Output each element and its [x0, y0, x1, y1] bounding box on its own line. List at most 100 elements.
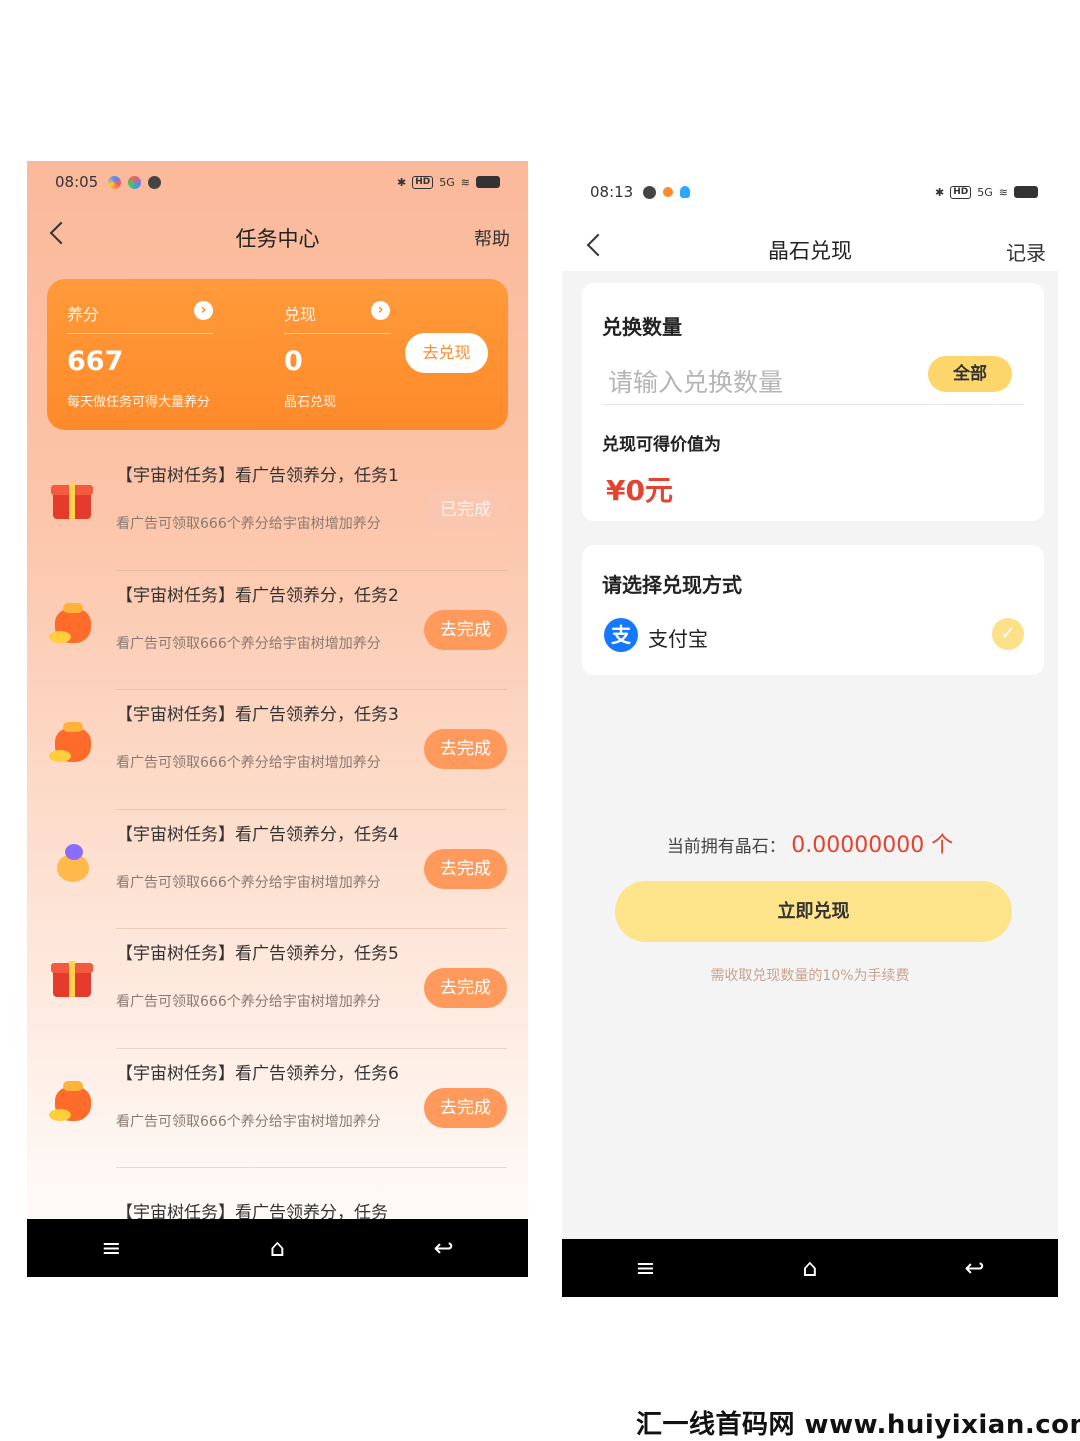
task-title: 【宇宙树任务】看广告领养分，任务5: [116, 944, 399, 964]
treasure-bag-icon: [49, 838, 97, 886]
content-area: 兑换数量 请输入兑换数量 全部 兑现可得价值为 ¥0元 请选择兑现方式 支 支付…: [562, 271, 1058, 1239]
check-circle-icon: [148, 175, 162, 189]
amount-card: 兑换数量 请输入兑换数量 全部 兑现可得价值为 ¥0元: [582, 283, 1044, 521]
check-circle-icon: [643, 185, 657, 199]
system-nav-bar: ≡ ⌂ ↩: [562, 1239, 1058, 1297]
amount-input[interactable]: 请输入兑换数量: [608, 363, 783, 399]
home-icon[interactable]: ⌂: [802, 1254, 817, 1282]
chevron-right-icon[interactable]: ›: [194, 301, 213, 320]
home-icon[interactable]: ⌂: [270, 1234, 285, 1262]
task-title: 【宇宙树任务】看广告领养分，任务6: [116, 1063, 399, 1084]
task-go-button[interactable]: 去完成: [424, 968, 507, 1008]
cash-value: 0: [284, 346, 303, 377]
task-title: 【宇宙树任务】看广告领养分，任务2: [116, 585, 399, 606]
crystal-balance: 当前拥有晶石： 0.00000000 个: [562, 827, 1058, 859]
go-redeem-button[interactable]: 去兑现: [405, 333, 488, 373]
points-label-row[interactable]: 养分 ›: [67, 301, 213, 334]
app-notification-icon: [128, 175, 142, 189]
points-column: 养分 › 667 每天做任务可得大量养分: [67, 301, 213, 410]
gift-box-icon: [49, 479, 97, 527]
task-title: 【宇宙树任务】看广告领养分，任务4: [116, 824, 399, 845]
money-bag-icon: [49, 1077, 97, 1125]
all-button[interactable]: 全部: [928, 356, 1012, 392]
back-icon[interactable]: ↩: [964, 1254, 984, 1282]
task-description: 看广告可领取666个养分给宇宙树增加养分: [116, 1113, 381, 1130]
points-summary-card: 养分 › 667 每天做任务可得大量养分 兑现 › 0 晶石兑现 去兑现: [47, 279, 508, 430]
cash-label: 兑现: [284, 305, 317, 324]
chevron-right-icon[interactable]: ›: [371, 301, 390, 320]
task-list: 【宇宙树任务】看广告领养分，任务1 看广告可领取666个养分给宇宙树增加养分 已…: [27, 451, 528, 1220]
list-item: 【宇宙树任务】看广告领养分，任务1 看广告可领取666个养分给宇宙树增加养分 已…: [27, 451, 528, 571]
app-notification-icon: [108, 175, 122, 189]
redeem-now-button[interactable]: 立即兑现: [615, 881, 1012, 942]
status-indicators: ✱ HD 5G ≋: [397, 175, 500, 189]
fee-note: 需收取兑现数量的10%为手续费: [710, 968, 910, 984]
task-description: 看广告可领取666个养分给宇宙树增加养分: [116, 635, 381, 652]
money-bag-icon: [49, 718, 97, 766]
amount-heading: 兑换数量: [602, 315, 682, 339]
points-value: 667: [67, 346, 124, 377]
system-nav-bar: ≡ ⌂ ↩: [27, 1219, 528, 1277]
method-heading: 请选择兑现方式: [602, 573, 742, 597]
top-nav: 任务中心 帮助: [27, 221, 528, 257]
cash-column: 兑现 › 0 晶石兑现: [284, 301, 390, 410]
value-amount: ¥0元: [606, 474, 673, 507]
wifi-icon: ≋: [998, 185, 1008, 199]
task-description: 看广告可领取666个养分给宇宙树增加养分: [116, 755, 381, 771]
divider: [602, 404, 1024, 405]
menu-icon[interactable]: ≡: [635, 1254, 655, 1282]
task-description: 看广告可领取666个养分给宇宙树增加养分: [116, 516, 381, 532]
top-nav: 晶石兑现 记录: [562, 233, 1058, 269]
task-done-button[interactable]: 已完成: [424, 490, 507, 530]
task-go-button[interactable]: 去完成: [424, 609, 507, 650]
back-icon[interactable]: ↩: [434, 1234, 454, 1262]
help-link[interactable]: 帮助: [474, 225, 510, 251]
payment-method-card: 请选择兑现方式 支 支付宝 ✓: [582, 545, 1044, 675]
list-item: 【宇宙树任务】看广告领养分，任务2 看广告可领取666个养分给宇宙树增加养分 去…: [27, 571, 528, 690]
balance-label: 当前拥有晶石：: [666, 837, 786, 857]
hd-icon: HD: [950, 185, 972, 199]
status-indicators: ✱ HD 5G ≋: [935, 185, 1038, 199]
wifi-icon: ≋: [460, 175, 470, 189]
crystal-redeem-screen: 08:13 ✱ HD 5G ≋ 晶石兑现 记录 兑换数量 请输入兑换数量 全部 …: [562, 161, 1058, 1297]
status-time: 08:05: [55, 173, 99, 191]
page-title: 晶石兑现: [768, 239, 852, 263]
battery-icon: [476, 176, 500, 188]
bluetooth-icon: ✱: [935, 185, 945, 199]
task-center-screen: 08:05 ✱ HD 5G ≋ 任务中心 帮助 养分 › 667 每天做任务可得…: [27, 161, 528, 1277]
status-time: 08:13: [590, 183, 634, 201]
menu-icon[interactable]: ≡: [101, 1234, 121, 1262]
signal-icon: 5G: [977, 185, 993, 199]
task-go-button[interactable]: 去完成: [424, 1087, 507, 1128]
task-title: 【宇宙树任务】看广告领养分，任务3: [116, 705, 399, 725]
gift-box-icon: [49, 957, 97, 1005]
balance-value: 0.00000000 个: [791, 833, 954, 858]
records-link[interactable]: 记录: [1006, 237, 1046, 266]
points-label: 养分: [67, 305, 100, 324]
signal-icon: 5G: [439, 175, 455, 189]
list-item: 【宇宙树任务】看广告领养分，任务3 看广告可领取666个养分给宇宙树增加养分 去…: [27, 690, 528, 810]
alipay-option[interactable]: 支付宝: [648, 623, 708, 652]
task-description: 看广告可领取666个养分给宇宙树增加养分: [116, 994, 381, 1010]
task-description: 看广告可领取666个养分给宇宙树增加养分: [116, 874, 381, 891]
hd-icon: HD: [412, 175, 434, 189]
money-bag-icon: [49, 599, 97, 647]
value-label: 兑现可得价值为: [602, 435, 721, 455]
watermark: 汇一线首码网 www.huiyixian.com: [636, 1410, 1080, 1440]
bluetooth-icon: ✱: [397, 175, 407, 189]
cash-subtitle: 晶石兑现: [284, 395, 337, 410]
task-title: 【宇宙树任务】看广告领养分，任务: [116, 1203, 388, 1220]
task-go-button[interactable]: 去完成: [424, 729, 507, 769]
checkmark-icon[interactable]: ✓: [992, 618, 1024, 650]
cash-label-row[interactable]: 兑现 ›: [284, 301, 390, 334]
task-go-button[interactable]: 去完成: [424, 848, 507, 889]
battery-icon: [1014, 186, 1038, 198]
list-item: 【宇宙树任务】看广告领养分，任务4 看广告可领取666个养分给宇宙树增加养分 去…: [27, 810, 528, 929]
page-title: 任务中心: [235, 227, 320, 251]
coin-stack-icon: [49, 1196, 97, 1220]
status-bar: 08:13 ✱ HD 5G ≋: [590, 179, 1038, 205]
app-notification-icon: [663, 187, 674, 197]
list-item: 【宇宙树任务】看广告领养分，任务: [27, 1168, 528, 1220]
qq-icon: [680, 186, 691, 198]
alipay-icon: 支: [604, 618, 638, 652]
